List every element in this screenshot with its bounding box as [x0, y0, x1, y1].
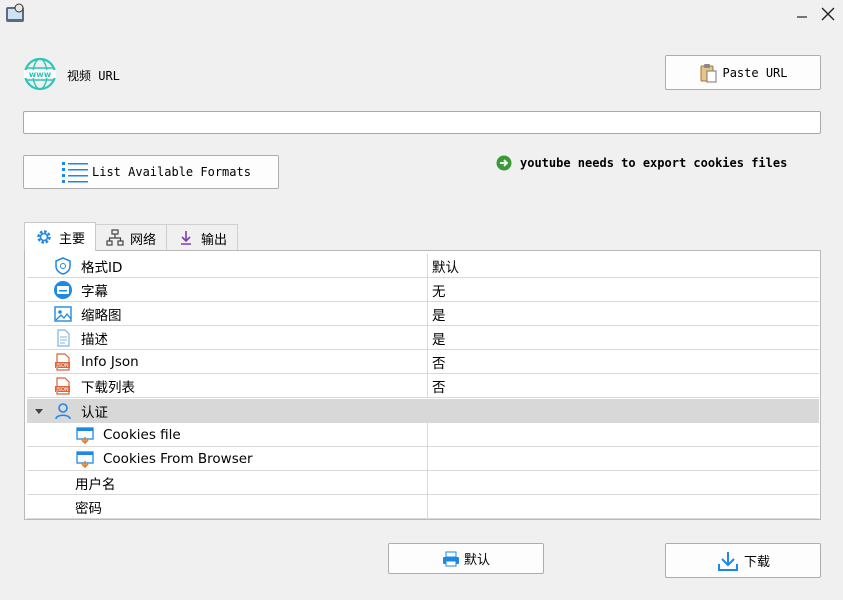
- tab-network-label: 网络: [130, 232, 157, 248]
- property-grid: 格式ID 默认 字幕 无 缩略图 是 描述 是 JSON Info Json 否…: [24, 250, 821, 520]
- auth-group-header[interactable]: 认证: [27, 399, 819, 423]
- url-input[interactable]: [23, 111, 821, 134]
- paste-url-button[interactable]: Paste URL: [665, 55, 821, 90]
- document-icon: [57, 329, 70, 347]
- clipboard-icon: [700, 63, 717, 82]
- property-value[interactable]: 否: [427, 374, 819, 398]
- property-name: 下载列表: [81, 380, 135, 396]
- property-value[interactable]: 是: [427, 326, 819, 350]
- paste-url-label: Paste URL: [722, 65, 788, 80]
- property-row-subtitles[interactable]: 字幕 无: [27, 278, 819, 302]
- property-row-thumbnail[interactable]: 缩略图 是: [27, 302, 819, 326]
- arrow-right-icon: [496, 155, 512, 171]
- property-value[interactable]: 默认: [427, 254, 819, 278]
- auth-group-label: 认证: [81, 405, 108, 421]
- network-icon: [106, 229, 124, 246]
- property-name: Info Json: [81, 354, 139, 370]
- chevron-down-icon[interactable]: [33, 405, 45, 417]
- property-row-description[interactable]: 描述 是: [27, 326, 819, 350]
- property-value[interactable]: 是: [427, 302, 819, 326]
- property-row-cookies-file[interactable]: Cookies file: [27, 423, 819, 447]
- close-button[interactable]: [814, 4, 842, 24]
- cookie-file-icon: [76, 427, 94, 445]
- list-formats-label: List Available Formats: [92, 165, 251, 179]
- subtitle-icon: [54, 281, 72, 299]
- gear-icon: [37, 230, 51, 244]
- property-name: 字幕: [81, 284, 108, 300]
- svg-text:JSON: JSON: [55, 363, 69, 369]
- property-value[interactable]: [427, 471, 819, 495]
- default-button[interactable]: 默认: [388, 543, 544, 574]
- title-bar: [0, 0, 843, 30]
- shield-icon: [55, 257, 71, 275]
- tab-output[interactable]: 输出: [166, 224, 239, 251]
- tab-main-label: 主要: [59, 231, 86, 247]
- property-value[interactable]: 否: [427, 350, 819, 374]
- property-value[interactable]: [427, 447, 819, 471]
- property-row-username[interactable]: 用户名: [27, 471, 819, 495]
- svg-text:JSON: JSON: [55, 387, 69, 393]
- property-name: 缩略图: [81, 308, 122, 324]
- download-button-label: 下载: [743, 555, 770, 570]
- printer-icon: [442, 551, 459, 566]
- tab-bar: 主要 网络 输出: [24, 222, 239, 251]
- property-value[interactable]: 无: [427, 278, 819, 302]
- property-row-password[interactable]: 密码: [27, 495, 819, 519]
- output-icon: [181, 231, 192, 245]
- image-icon: [54, 306, 72, 322]
- property-value[interactable]: [427, 495, 819, 519]
- list-formats-button[interactable]: List Available Formats: [23, 155, 279, 189]
- property-name: Cookies From Browser: [103, 451, 253, 467]
- property-row-download-list[interactable]: JSON 下载列表 否: [27, 374, 819, 398]
- property-name: 描述: [81, 332, 108, 348]
- property-row-format-id[interactable]: 格式ID 默认: [27, 254, 819, 278]
- json-icon: JSON: [55, 353, 70, 371]
- minimize-button[interactable]: [788, 4, 816, 24]
- property-name: 格式ID: [81, 260, 123, 276]
- property-name: 用户名: [75, 477, 116, 493]
- cookies-notice-text: youtube needs to export cookies files: [520, 156, 788, 170]
- tab-network[interactable]: 网络: [95, 224, 168, 251]
- property-row-cookies-browser[interactable]: Cookies From Browser: [27, 447, 819, 471]
- tab-main[interactable]: 主要: [24, 222, 97, 251]
- minimize-icon: [797, 16, 807, 18]
- property-value[interactable]: [427, 423, 819, 447]
- property-row-info-json[interactable]: JSON Info Json 否: [27, 350, 819, 374]
- property-name: 密码: [75, 501, 102, 517]
- close-icon: [821, 7, 835, 21]
- json-icon: JSON: [55, 377, 70, 395]
- list-icon: [62, 162, 88, 183]
- download-button[interactable]: 下载: [665, 543, 821, 578]
- default-button-label: 默认: [463, 553, 490, 568]
- app-icon: [4, 3, 26, 25]
- svg-text:www: www: [29, 70, 52, 79]
- user-icon: [55, 403, 71, 420]
- download-icon: [717, 551, 738, 571]
- property-name: Cookies file: [103, 427, 181, 443]
- video-url-label: 视频 URL: [67, 69, 120, 83]
- tab-output-label: 输出: [201, 232, 228, 248]
- cookies-notice: youtube needs to export cookies files: [496, 155, 787, 171]
- www-icon: www: [23, 57, 57, 91]
- cookie-browser-icon: [76, 451, 94, 469]
